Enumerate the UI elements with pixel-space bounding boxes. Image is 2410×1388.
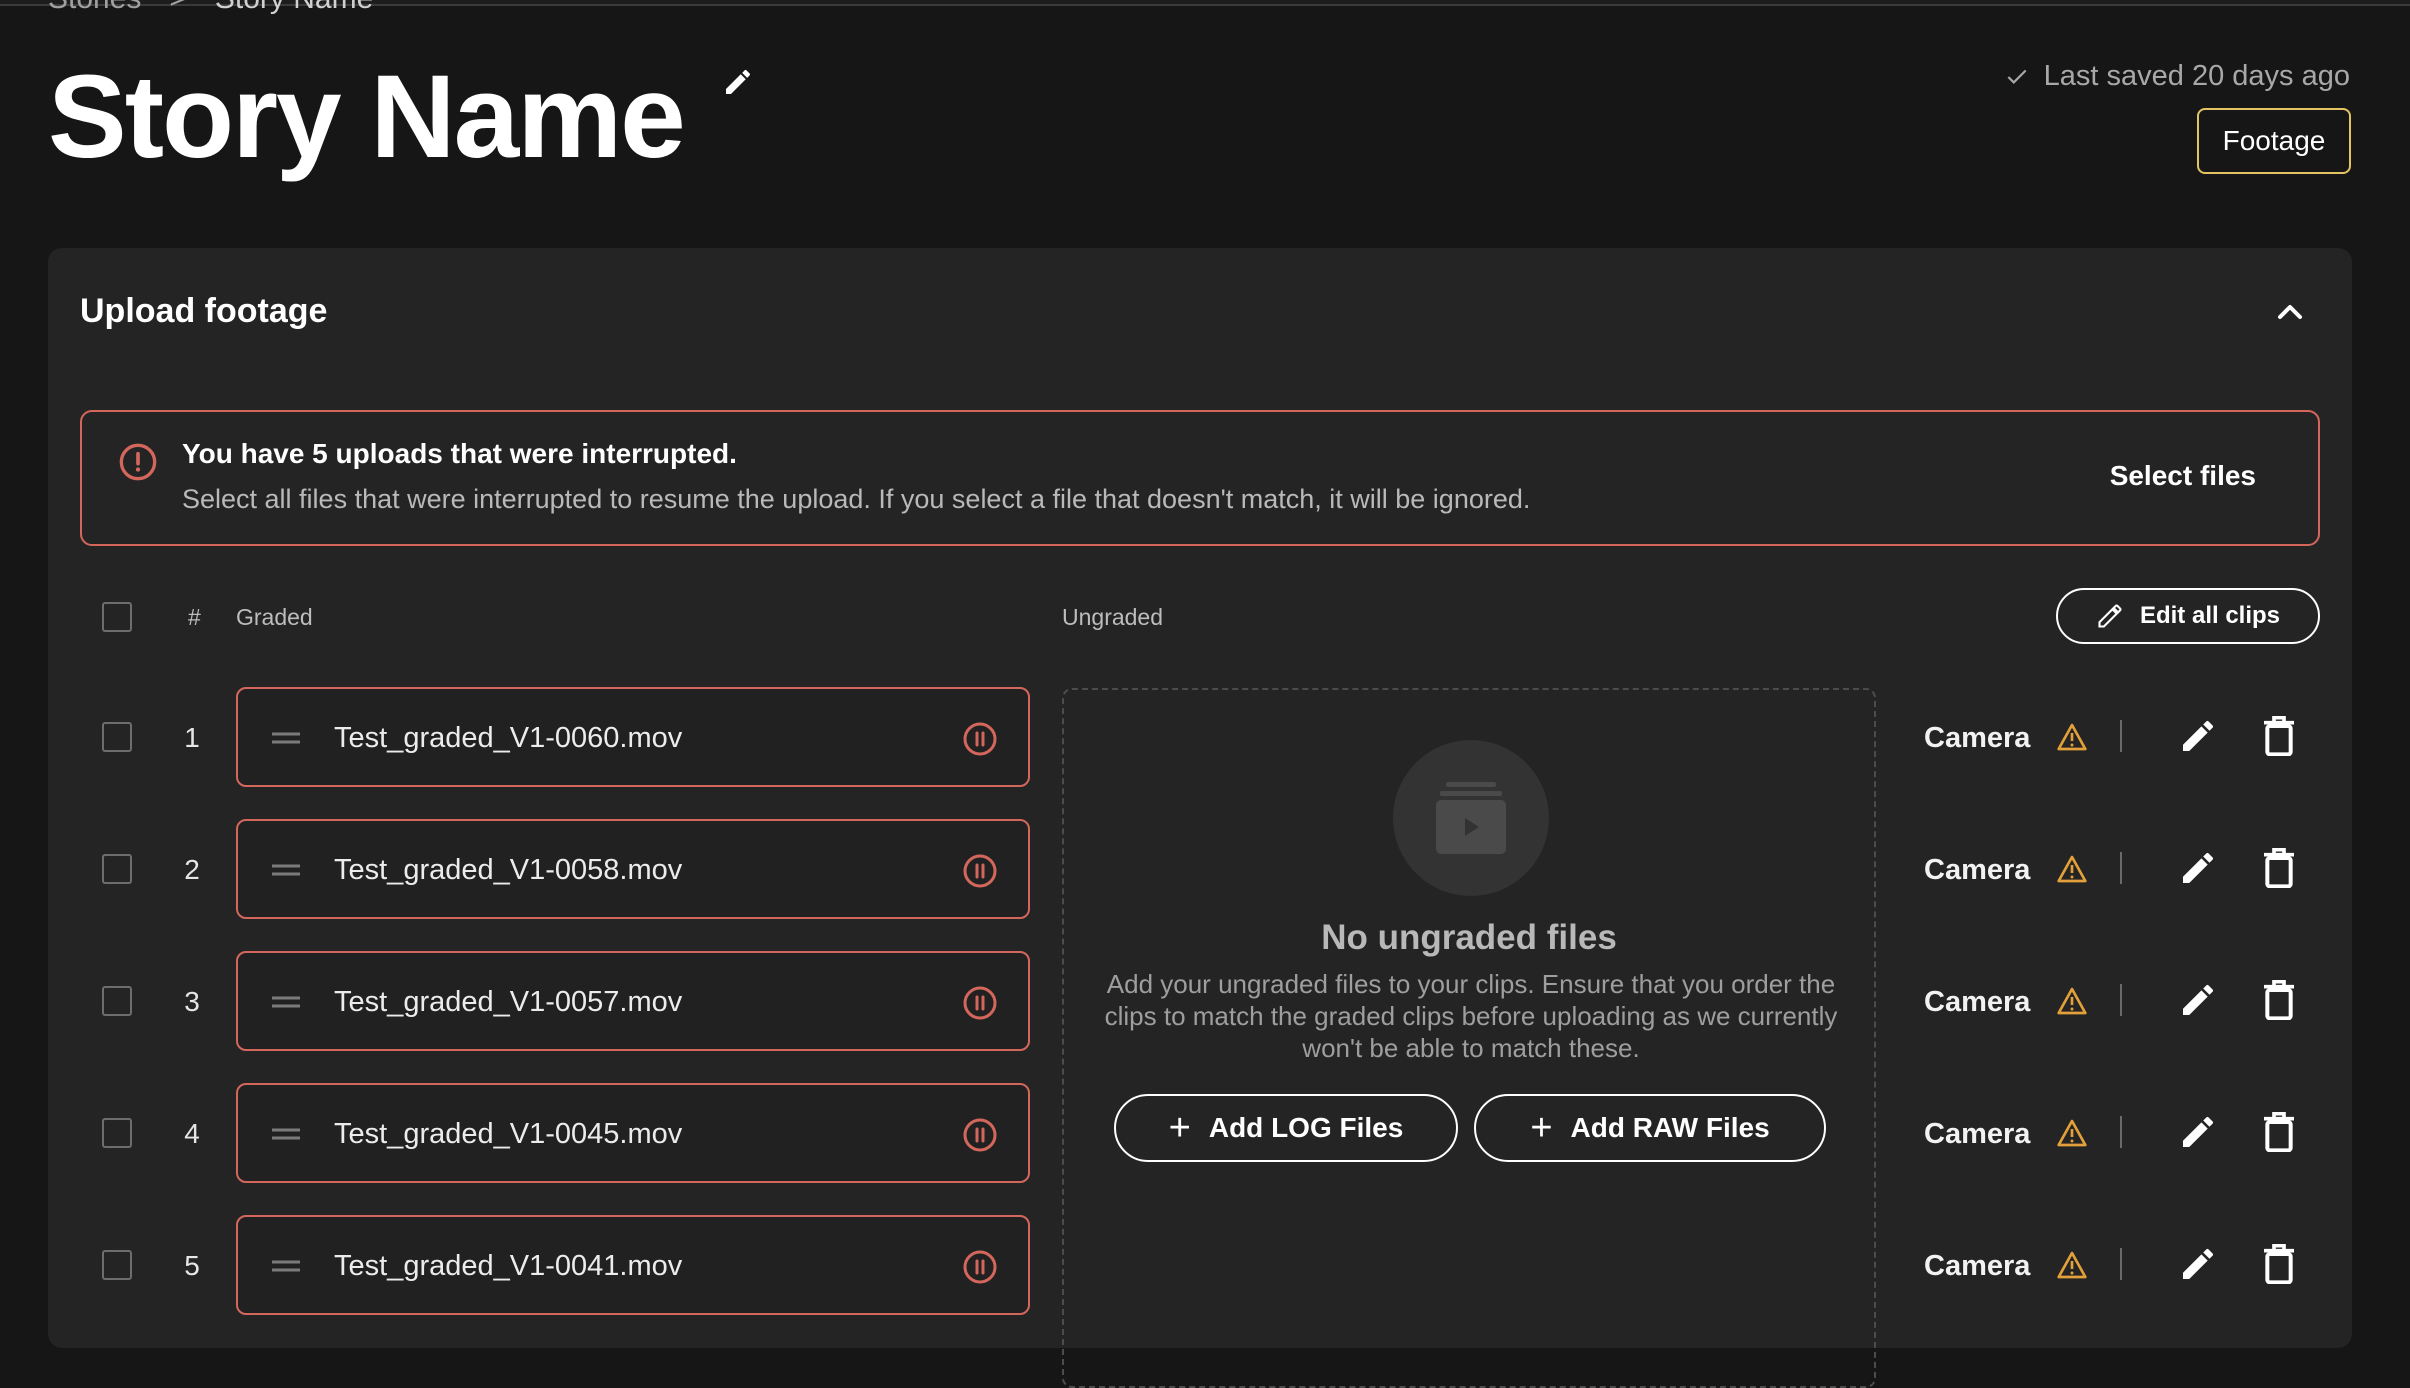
interrupted-uploads-alert: You have 5 uploads that were interrupted… — [80, 410, 2320, 546]
column-header-graded: Graded — [236, 604, 313, 630]
breadcrumb: Stories > Story Name — [48, 0, 373, 16]
file-name: Test_graded_V1-0045.mov — [334, 1118, 683, 1150]
camera-label: Camera — [1924, 854, 2031, 886]
row-number: 5 — [184, 1250, 200, 1281]
divider — [2120, 1116, 2122, 1148]
select-files-button[interactable]: Select files — [2110, 460, 2256, 492]
trash-icon[interactable] — [2262, 980, 2296, 1020]
camera-label: Camera — [1924, 722, 2031, 754]
divider — [2120, 852, 2122, 884]
add-log-files-label: Add LOG Files — [1208, 1112, 1404, 1143]
file-name: Test_graded_V1-0060.mov — [334, 722, 683, 754]
drag-handle-icon[interactable] — [272, 861, 300, 879]
pause-circle-icon[interactable] — [962, 721, 998, 757]
pause-circle-icon[interactable] — [962, 1117, 998, 1153]
drag-handle-icon[interactable] — [272, 1125, 300, 1143]
warning-icon — [2057, 1119, 2087, 1147]
trash-icon[interactable] — [2262, 716, 2296, 756]
row-checkbox[interactable] — [102, 1118, 132, 1148]
check-icon — [2007, 69, 2027, 84]
camera-label: Camera — [1924, 986, 2031, 1018]
warning-icon — [2057, 987, 2087, 1015]
camera-label: Camera — [1924, 1118, 2031, 1150]
select-all-checkbox[interactable] — [102, 602, 132, 632]
add-raw-files-button[interactable]: + Add RAW Files — [1474, 1094, 1826, 1162]
file-name: Test_graded_V1-0041.mov — [334, 1250, 683, 1282]
pencil-icon[interactable] — [2178, 1112, 2218, 1152]
drag-handle-icon[interactable] — [272, 1257, 300, 1275]
footage-button[interactable]: Footage — [2197, 108, 2351, 174]
pencil-icon[interactable] — [2178, 980, 2218, 1020]
alert-description: Select all files that were interrupted t… — [182, 484, 1531, 514]
row-number: 2 — [184, 854, 200, 885]
trash-icon[interactable] — [2262, 1244, 2296, 1284]
pause-circle-icon[interactable] — [962, 853, 998, 889]
pause-circle-icon[interactable] — [962, 985, 998, 1021]
graded-file-item[interactable]: Test_graded_V1-0058.mov — [236, 819, 1030, 919]
chevron-up-icon[interactable] — [2270, 292, 2310, 332]
graded-file-item[interactable]: Test_graded_V1-0060.mov — [236, 687, 1030, 787]
row-checkbox[interactable] — [102, 1250, 132, 1280]
trash-icon[interactable] — [2262, 1112, 2296, 1152]
column-header-number: # — [188, 604, 201, 630]
row-checkbox[interactable] — [102, 722, 132, 752]
edit-all-clips-label: Edit all clips — [2139, 602, 2281, 629]
page-title: Story Name — [48, 51, 686, 183]
warning-icon — [2057, 723, 2087, 751]
row-number: 4 — [184, 1118, 200, 1149]
upload-footage-panel: Upload footage You have 5 uploads that w… — [48, 248, 2352, 1388]
ungraded-dropzone[interactable]: No ungraded files Add your ungraded file… — [1062, 688, 1876, 1388]
row-checkbox[interactable] — [102, 986, 132, 1016]
plus-icon: + — [1530, 1107, 1553, 1149]
alert-title: You have 5 uploads that were interrupted… — [182, 438, 737, 469]
graded-file-item[interactable]: Test_graded_V1-0041.mov — [236, 1215, 1030, 1315]
graded-file-item[interactable]: Test_graded_V1-0045.mov — [236, 1083, 1030, 1183]
video-folder-icon — [1393, 740, 1549, 896]
warning-icon — [2057, 855, 2087, 883]
pencil-icon[interactable] — [2178, 848, 2218, 888]
empty-state-description: Add your ungraded files to your clips. E… — [1104, 969, 1838, 1063]
panel-title: Upload footage — [80, 292, 328, 330]
warning-icon — [2057, 1251, 2087, 1279]
plus-icon: + — [1168, 1107, 1191, 1149]
trash-icon[interactable] — [2262, 848, 2296, 888]
drag-handle-icon[interactable] — [272, 729, 300, 747]
breadcrumb-current: Story Name — [215, 0, 373, 16]
row-checkbox[interactable] — [102, 854, 132, 884]
pencil-icon[interactable] — [2178, 1244, 2218, 1284]
save-status-text: Last saved 20 days ago — [2043, 60, 2350, 92]
divider — [2120, 984, 2122, 1016]
pencil-icon[interactable] — [722, 66, 754, 98]
file-name: Test_graded_V1-0058.mov — [334, 854, 683, 886]
file-name: Test_graded_V1-0057.mov — [334, 986, 683, 1018]
add-raw-files-label: Add RAW Files — [1570, 1112, 1770, 1143]
row-number: 3 — [184, 986, 200, 1017]
graded-file-item[interactable]: Test_graded_V1-0057.mov — [236, 951, 1030, 1051]
pencil-icon — [2098, 604, 2122, 628]
breadcrumb-separator: > — [169, 0, 187, 16]
alert-circle-icon — [119, 443, 157, 481]
drag-handle-icon[interactable] — [272, 993, 300, 1011]
divider — [2120, 1248, 2122, 1280]
add-log-files-button[interactable]: + Add LOG Files — [1114, 1094, 1458, 1162]
edit-all-clips-button[interactable]: Edit all clips — [2056, 588, 2320, 644]
pause-circle-icon[interactable] — [962, 1249, 998, 1285]
column-header-ungraded: Ungraded — [1062, 604, 1164, 630]
save-status: Last saved 20 days ago — [2004, 60, 2350, 93]
pencil-icon[interactable] — [2178, 716, 2218, 756]
breadcrumb-parent[interactable]: Stories — [48, 0, 141, 16]
divider — [2120, 720, 2122, 752]
camera-label: Camera — [1924, 1250, 2031, 1282]
empty-state-title: No ungraded files — [1321, 918, 1617, 957]
row-number: 1 — [184, 722, 200, 753]
